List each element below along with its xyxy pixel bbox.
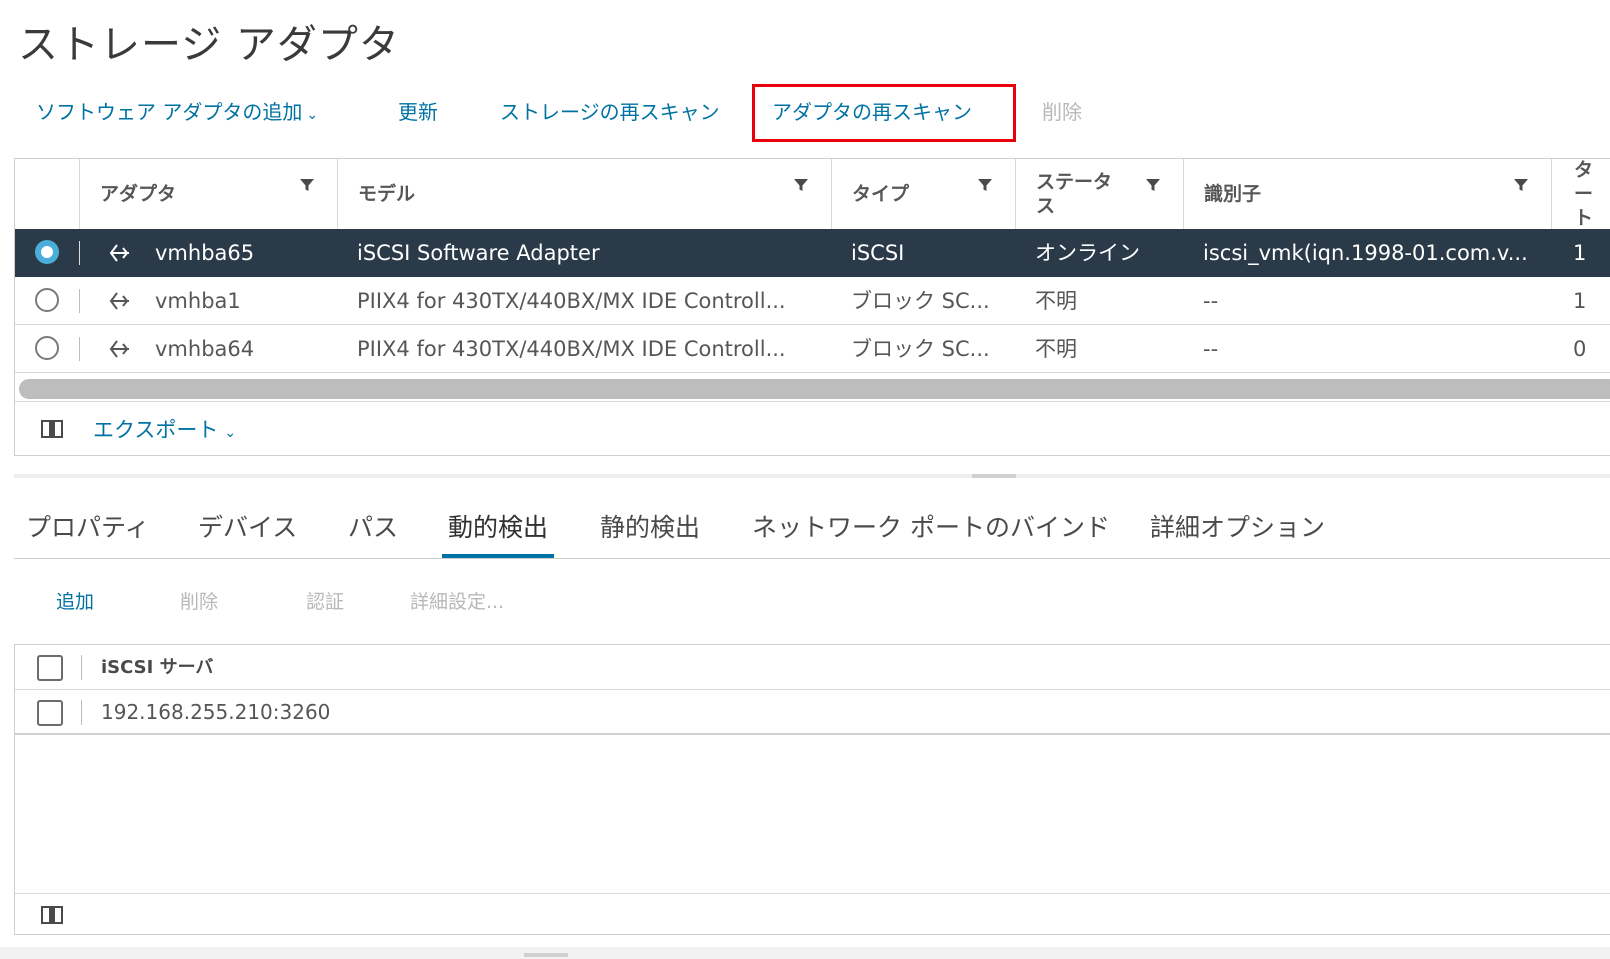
cell-targets: 0: [1573, 337, 1587, 361]
adapter-grid-footer: エクスポート ⌄: [15, 401, 1610, 458]
column-header-status[interactable]: ステータス: [1015, 159, 1183, 229]
cell-status: 不明: [1035, 289, 1077, 313]
divider: [81, 655, 82, 680]
discovery-toolbar: 追加 削除 認証 詳細設定...: [0, 582, 1610, 622]
bottom-splitter[interactable]: [0, 947, 1610, 959]
iscsi-grid-header: iSCSI サーバ: [15, 645, 1610, 690]
column-toggle-icon[interactable]: [41, 906, 63, 924]
cell-status: オンライン: [1035, 241, 1140, 265]
delete-button[interactable]: 削除: [180, 582, 218, 622]
cell-type: ブロック SC...: [851, 289, 990, 313]
column-header-type[interactable]: タイプ: [831, 159, 1015, 229]
cell-identifier: --: [1203, 337, 1219, 361]
tab-network-port-binding[interactable]: ネットワーク ポートのバインド: [746, 508, 1116, 554]
cell-iscsi-server: 192.168.255.210:3260: [101, 700, 331, 724]
rescan-adapter-highlight: [752, 84, 1016, 142]
page-title: ストレージ アダプタ: [18, 22, 400, 68]
column-header-iscsi-server[interactable]: iSCSI サーバ: [101, 645, 213, 690]
adapter-icon: [109, 244, 129, 262]
table-row[interactable]: vmhba1 PIIX4 for 430TX/440BX/MX IDE Cont…: [15, 277, 1610, 325]
tab-advanced-options[interactable]: 詳細オプション: [1144, 508, 1331, 554]
cell-model: PIIX4 for 430TX/440BX/MX IDE Controll...: [357, 289, 786, 313]
add-button[interactable]: 追加: [56, 582, 94, 622]
iscsi-server-grid: iSCSI サーバ 192.168.255.210:3260: [14, 644, 1610, 935]
cell-adapter: vmhba1: [155, 289, 241, 313]
cell-type: ブロック SC...: [851, 337, 990, 361]
chevron-down-icon: ⌄: [224, 425, 237, 441]
divider: [79, 289, 80, 313]
row-radio[interactable]: [35, 288, 59, 312]
pane-splitter[interactable]: [14, 474, 1610, 478]
iscsi-grid-footer: [15, 893, 1610, 936]
select-all-checkbox[interactable]: [37, 655, 63, 681]
cell-model: iSCSI Software Adapter: [357, 241, 600, 265]
adapter-grid-header: アダプタ モデル タイプ ステータス 識別子 ター ト: [15, 159, 1610, 230]
tab-properties[interactable]: プロパティ: [20, 508, 156, 554]
cell-type: iSCSI: [851, 241, 905, 265]
cell-identifier: --: [1203, 289, 1219, 313]
tab-paths[interactable]: パス: [342, 508, 404, 554]
cell-identifier: iscsi_vmk(iqn.1998-01.com.v...: [1203, 241, 1528, 265]
adapter-grid: アダプタ モデル タイプ ステータス 識別子 ター ト vmhba65 iSCS…: [14, 158, 1610, 456]
divider: [79, 241, 80, 265]
table-row[interactable]: vmhba64 PIIX4 for 430TX/440BX/MX IDE Con…: [15, 325, 1610, 373]
advanced-settings-button[interactable]: 詳細設定...: [410, 582, 504, 622]
splitter-handle[interactable]: [972, 474, 1016, 478]
column-header-model[interactable]: モデル: [337, 159, 831, 229]
filter-icon[interactable]: [1145, 177, 1161, 193]
refresh-button[interactable]: 更新: [398, 86, 438, 138]
add-software-adapter-button[interactable]: ソフトウェア アダプタの追加 ⌄: [36, 86, 318, 138]
tab-static-discovery[interactable]: 静的検出: [594, 508, 706, 554]
horizontal-scrollbar[interactable]: [19, 379, 1610, 399]
cell-model: PIIX4 for 430TX/440BX/MX IDE Controll...: [357, 337, 786, 361]
tab-devices[interactable]: デバイス: [192, 508, 303, 554]
splitter-handle[interactable]: [524, 953, 568, 957]
cell-targets: 1: [1573, 241, 1587, 265]
column-header-targets[interactable]: ター ト: [1551, 159, 1610, 229]
filter-icon[interactable]: [299, 177, 315, 193]
row-radio[interactable]: [35, 240, 59, 264]
divider: [81, 700, 82, 725]
row-radio[interactable]: [35, 336, 59, 360]
column-header-adapter[interactable]: アダプタ: [79, 159, 337, 229]
adapter-icon: [109, 292, 129, 310]
filter-icon[interactable]: [793, 177, 809, 193]
authentication-button[interactable]: 認証: [306, 582, 344, 622]
cell-status: 不明: [1035, 337, 1077, 361]
row-checkbox[interactable]: [37, 700, 63, 726]
filter-icon[interactable]: [1513, 177, 1529, 193]
table-row[interactable]: 192.168.255.210:3260: [15, 690, 1610, 735]
cell-adapter: vmhba64: [155, 337, 255, 361]
adapter-icon: [109, 340, 129, 358]
divider: [79, 337, 80, 361]
chevron-down-icon: ⌄: [306, 107, 319, 123]
cell-adapter: vmhba65: [155, 241, 255, 265]
tab-dynamic-discovery[interactable]: 動的検出: [442, 508, 555, 558]
export-button[interactable]: エクスポート ⌄: [93, 402, 236, 461]
delete-button[interactable]: 削除: [1042, 86, 1082, 138]
cell-targets: 1: [1573, 289, 1587, 313]
filter-icon[interactable]: [977, 177, 993, 193]
table-row[interactable]: vmhba65 iSCSI Software Adapter iSCSI オンラ…: [15, 229, 1610, 277]
detail-tabs: プロパティ デバイス パス 動的検出 静的検出 ネットワーク ポートのバインド …: [14, 508, 1610, 559]
rescan-storage-button[interactable]: ストレージの再スキャン: [500, 86, 720, 138]
column-toggle-icon[interactable]: [41, 420, 63, 438]
column-header-identifier[interactable]: 識別子: [1183, 159, 1551, 229]
